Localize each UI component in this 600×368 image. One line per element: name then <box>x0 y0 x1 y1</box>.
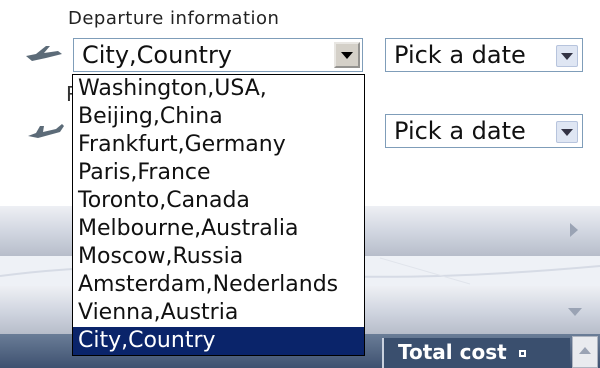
chevron-down-icon[interactable] <box>556 121 578 143</box>
airplane-takeoff-icon <box>24 42 64 66</box>
expand-right-icon[interactable] <box>570 223 578 237</box>
departure-section-label: Departure information <box>68 8 280 29</box>
combo-arrow-icon[interactable] <box>334 42 360 68</box>
dropdown-option-amsterdam[interactable]: Amsterdam,Nederlands <box>73 271 364 299</box>
chevron-down-icon[interactable] <box>556 45 578 67</box>
departure-city-value: City,Country <box>82 41 233 69</box>
dropdown-option-frankfurt[interactable]: Frankfurt,Germany <box>73 131 364 159</box>
dropdown-option-city-country[interactable]: City,Country <box>73 327 364 355</box>
return-date-select[interactable]: Pick a date <box>385 114 583 148</box>
scroll-up-icon[interactable] <box>572 336 598 368</box>
dropdown-option-paris[interactable]: Paris,France <box>73 159 364 187</box>
departure-city-select[interactable]: City,Country <box>73 38 363 72</box>
dropdown-option-vienna[interactable]: Vienna,Austria <box>73 299 364 327</box>
dropdown-option-beijing[interactable]: Beijing,China <box>73 103 364 131</box>
sort-icon[interactable] <box>518 350 526 357</box>
return-date-value: Pick a date <box>394 117 526 145</box>
dropdown-option-moscow[interactable]: Moscow,Russia <box>73 243 364 271</box>
dropdown-option-melbourne[interactable]: Melbourne,Australia <box>73 215 364 243</box>
departure-date-value: Pick a date <box>394 41 526 69</box>
total-cost-column-header[interactable]: Total cost <box>382 338 570 368</box>
departure-date-select[interactable]: Pick a date <box>385 38 583 72</box>
dropdown-option-washington[interactable]: Washington,USA, <box>73 75 364 103</box>
dropdown-option-toronto[interactable]: Toronto,Canada <box>73 187 364 215</box>
city-dropdown-list[interactable]: Washington,USA, Beijing,China Frankfurt,… <box>72 74 365 356</box>
total-cost-label: Total cost <box>398 340 507 364</box>
airplane-landing-icon <box>26 118 66 142</box>
expand-down-icon[interactable] <box>568 308 582 316</box>
